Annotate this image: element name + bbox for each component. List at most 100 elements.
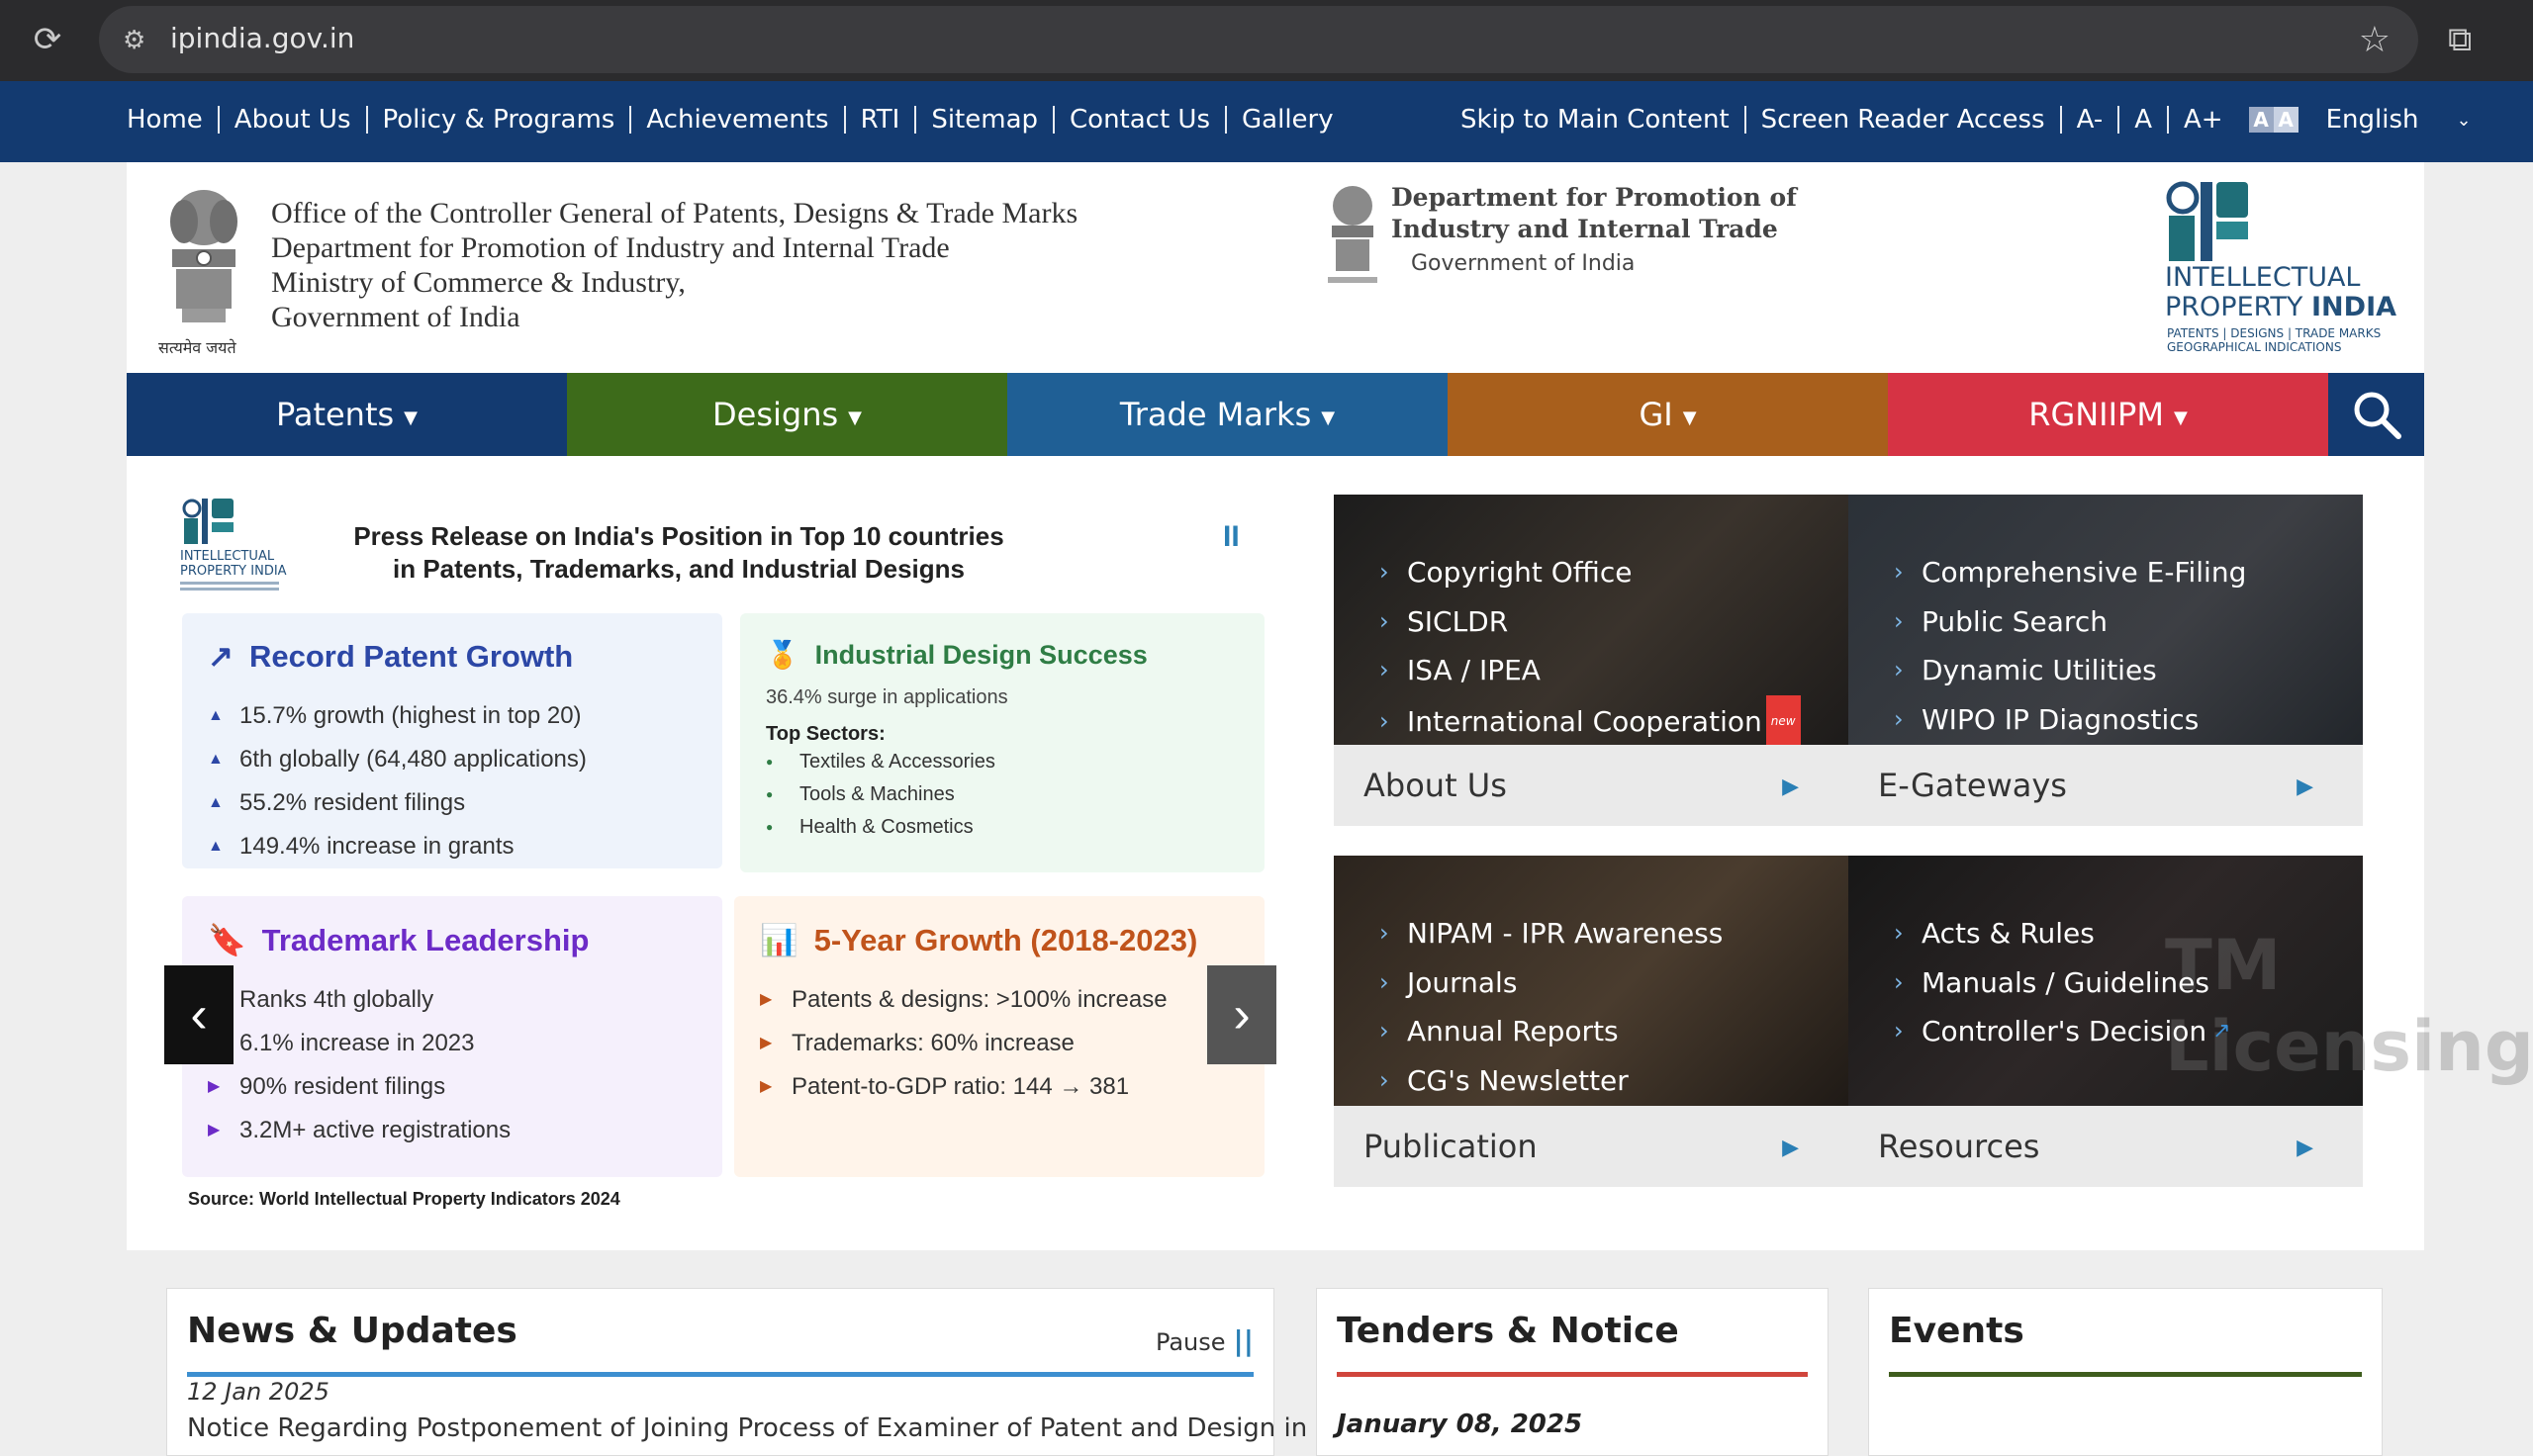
contrast-toggle[interactable]: A A [2248,107,2298,133]
link-international-cooperation[interactable]: › International Cooperation new [1379,694,1801,748]
address-bar[interactable]: ⚙ ipindia.gov.in ☆ [99,6,2418,73]
link-manuals-guidelines[interactable]: › Manuals / Guidelines [1894,958,2231,1008]
link-text[interactable]: Acts & Rules [1922,909,2095,958]
slide-title-line: Press Release on India's Position in Top… [353,521,1004,551]
tile-label[interactable]: About Us [1363,767,1507,804]
play-arrow-icon[interactable]: ▶ [1782,1136,1799,1160]
nav-rti[interactable]: RTI [861,105,900,135]
nav-gallery[interactable]: Gallery [1242,105,1334,135]
link-text[interactable]: NIPAM - IPR Awareness [1407,909,1723,958]
play-arrow-icon[interactable]: ▶ [1782,774,1799,799]
card-subtitle: 36.4% surge in applications [766,686,1008,708]
office-line: Office of the Controller General of Pate… [271,197,1079,229]
play-arrow-icon[interactable]: ▶ [2297,1136,2313,1160]
link-public-search[interactable]: › Public Search [1894,597,2246,647]
chevron-right-icon: › [1894,656,1904,683]
panel-title: News & Updates [187,1311,517,1351]
link-text[interactable]: WIPO IP Diagnostics [1922,695,2199,745]
tile-footer-e-gateways[interactable]: E-Gateways ▶ [1848,745,2363,826]
menu-designs[interactable]: Designs ▼ [567,373,1007,456]
dpiit-line: Department for Promotion of [1391,183,1797,212]
pause-label[interactable]: Pause [1156,1328,1226,1356]
link-text[interactable]: Public Search [1922,597,2108,647]
link-nipam[interactable]: › NIPAM - IPR Awareness [1379,909,1723,958]
triangle-right-icon: ▶ [760,991,773,1008]
link-copyright-office[interactable]: › Copyright Office [1379,548,1801,597]
link-text[interactable]: Comprehensive E-Filing [1922,548,2246,597]
link-acts-rules[interactable]: › Acts & Rules [1894,909,2231,958]
link-text[interactable]: Controller's Decision [1922,1007,2206,1056]
link-isa-ipea[interactable]: › ISA / IPEA [1379,646,1801,695]
font-normal-button[interactable]: A [2134,105,2152,135]
contrast-dark-icon[interactable]: A [2248,107,2274,133]
link-text[interactable]: International Cooperation [1407,697,1762,747]
link-text[interactable]: Annual Reports [1407,1007,1619,1056]
nav-contact-us[interactable]: Contact Us [1070,105,1210,135]
slider-pause-button[interactable]: II [1223,520,1240,554]
nav-about-us[interactable]: About Us [235,105,351,135]
nav-achievements[interactable]: Achievements [646,105,828,135]
font-decrease-button[interactable]: A- [2077,105,2104,135]
slider-prev-button[interactable]: ‹ [164,965,234,1064]
tile-label[interactable]: Resources [1878,1128,2039,1165]
triangle-right-icon: ▶ [208,1122,221,1138]
chevron-down-icon[interactable]: ⌄ [2456,110,2471,131]
news-item-link[interactable]: Notice Regarding Postponement of Joining… [187,1413,1307,1443]
reload-icon[interactable]: ⟳ [30,22,65,57]
tile-footer-publication[interactable]: Publication ▶ [1334,1106,1848,1187]
font-increase-button[interactable]: A+ [2184,105,2223,135]
language-select[interactable]: English [2326,105,2419,135]
news-pause-button[interactable]: Pause || [1156,1324,1254,1357]
link-text[interactable]: ISA / IPEA [1407,646,1541,695]
nav-policy-programs[interactable]: Policy & Programs [383,105,615,135]
menu-gi[interactable]: GI ▼ [1448,373,1888,456]
menu-trade-marks[interactable]: Trade Marks ▼ [1007,373,1448,456]
tile-footer-about-us[interactable]: About Us ▶ [1334,745,1848,826]
chevron-right-icon: › [1379,1017,1389,1045]
link-wipo-ip-diagnostics[interactable]: › WIPO IP Diagnostics [1894,695,2246,745]
skip-to-main-link[interactable]: Skip to Main Content [1460,105,1730,135]
slider-next-button[interactable]: › [1207,965,1276,1064]
nav-sitemap[interactable]: Sitemap [931,105,1038,135]
tile-footer-resources[interactable]: Resources ▶ [1848,1106,2363,1187]
link-text[interactable]: Journals [1407,958,1517,1008]
list-item-text: Trademarks: 60% increase [792,1030,1075,1056]
link-cg-newsletter[interactable]: › CG's Newsletter [1379,1056,1723,1106]
tile-label[interactable]: E-Gateways [1878,767,2067,804]
ip-india-line: PROPERTY INDIA [2165,293,2396,322]
link-text[interactable]: SICLDR [1407,597,1508,647]
bullet-icon: ● [766,787,774,801]
pause-icon[interactable]: || [1234,1324,1254,1357]
menu-rgniipm[interactable]: RGNIIPM ▼ [1888,373,2328,456]
play-arrow-icon[interactable]: ▶ [2297,774,2313,799]
search-button[interactable] [2328,373,2424,456]
accessibility-links: Skip to Main Content Screen Reader Acces… [1460,105,2472,135]
link-controllers-decision[interactable]: › Controller's Decision ↗ [1894,1007,2231,1056]
link-text[interactable]: CG's Newsletter [1407,1056,1629,1106]
record-patent-growth-card: ↗ Record Patent Growth ▲ 15.7% growth (hig… [182,613,722,868]
link-sicldr[interactable]: › SICLDR [1379,597,1801,647]
link-annual-reports[interactable]: › Annual Reports [1379,1007,1723,1056]
tile-background: › Copyright Office › SICLDR › ISA / IPEA › I… [1334,495,1848,748]
top-links: Home About Us Policy & Programs Achievem… [127,105,1334,135]
link-dynamic-utilities[interactable]: › Dynamic Utilities [1894,646,2246,695]
tile-label[interactable]: Publication [1363,1128,1538,1165]
bookmark-star-icon[interactable]: ☆ [2359,20,2391,59]
extensions-icon[interactable]: ⧉ [2448,20,2487,59]
screen-reader-link[interactable]: Screen Reader Access [1761,105,2045,135]
link-text[interactable]: Manuals / Guidelines [1922,958,2209,1008]
ip-india-logo-icon [2166,181,2248,261]
link-text[interactable]: Dynamic Utilities [1922,646,2157,695]
chevron-right-icon: › [1894,919,1904,947]
bar-chart-icon: 📊 [760,923,798,957]
triangle-up-icon: ▲ [208,751,224,768]
url-text[interactable]: ipindia.gov.in [170,22,354,54]
site-settings-icon[interactable]: ⚙ [123,24,154,55]
link-text[interactable]: Copyright Office [1407,548,1632,597]
contrast-light-icon[interactable]: A [2273,107,2298,133]
events-panel: Events [1868,1288,2383,1456]
nav-home[interactable]: Home [127,105,203,135]
link-comprehensive-e-filing[interactable]: › Comprehensive E-Filing [1894,548,2246,597]
menu-patents[interactable]: Patents ▼ [127,373,567,456]
link-journals[interactable]: › Journals [1379,958,1723,1008]
